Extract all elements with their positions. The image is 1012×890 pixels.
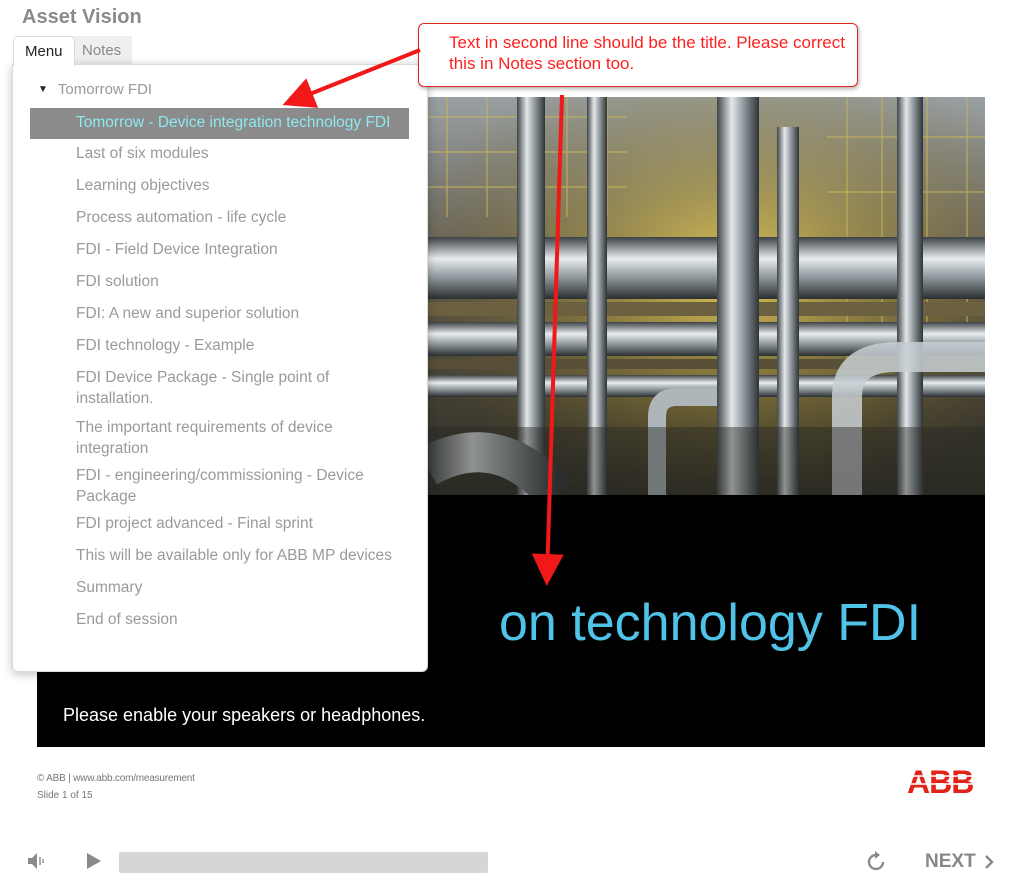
footer-copyright: © ABB | www.abb.com/measurement (37, 773, 195, 784)
app-title: Asset Vision (22, 6, 142, 28)
menu-item[interactable]: The important requirements of device int… (0, 417, 356, 459)
menu-item[interactable]: Last of six modules (0, 143, 427, 164)
menu-item[interactable]: End of session (0, 609, 427, 630)
menu-item[interactable]: This will be available only for ABB MP d… (0, 545, 427, 566)
industrial-pipes-image (427, 97, 985, 495)
replay-icon[interactable] (864, 850, 888, 874)
menu-item[interactable]: FDI - engineering/commissioning - Device… (0, 465, 386, 507)
annotation-text: Text in second line should be the title.… (449, 33, 845, 73)
tab-notes[interactable]: Notes (71, 36, 133, 65)
menu-item[interactable]: Learning objectives (0, 175, 427, 196)
abb-logo-text: ABB (907, 766, 973, 796)
next-button[interactable]: NEXT (925, 851, 994, 873)
menu-tree-root[interactable]: ▼ Tomorrow FDI (38, 81, 152, 98)
menu-item[interactable]: FDI - Field Device Integration (0, 239, 427, 260)
abb-logo: ABB (907, 766, 985, 796)
slide-title: on technology FDI (499, 594, 922, 652)
menu-item[interactable]: Process automation - life cycle (0, 207, 427, 228)
menu-item[interactable]: FDI project advanced - Final sprint (0, 513, 427, 534)
menu-item[interactable]: Summary (0, 577, 427, 598)
annotation-callout: Text in second line should be the title.… (418, 23, 858, 87)
caret-down-icon[interactable]: ▼ (38, 84, 48, 95)
menu-root-label: Tomorrow FDI (57, 81, 153, 98)
progress-bar[interactable] (119, 852, 488, 873)
menu-item[interactable]: FDI solution (0, 271, 427, 292)
slide-counter: Slide 1 of 15 (37, 790, 93, 801)
next-label: NEXT (925, 851, 976, 872)
menu-list: Tomorrow - Device integration technology… (0, 108, 427, 630)
play-icon[interactable] (86, 852, 102, 870)
menu-item[interactable]: FDI technology - Example (0, 335, 427, 356)
menu-item[interactable]: FDI Device Package - Single point of ins… (0, 367, 356, 409)
tab-menu[interactable]: Menu (13, 36, 75, 66)
slide-subtitle: Please enable your speakers or headphone… (63, 705, 426, 725)
menu-item[interactable]: FDI: A new and superior solution (0, 303, 427, 324)
chevron-right-icon (984, 855, 994, 869)
menu-item[interactable]: Tomorrow - Device integration technology… (30, 108, 409, 139)
volume-icon[interactable] (26, 851, 48, 871)
player-controls: NEXT (0, 840, 1012, 880)
